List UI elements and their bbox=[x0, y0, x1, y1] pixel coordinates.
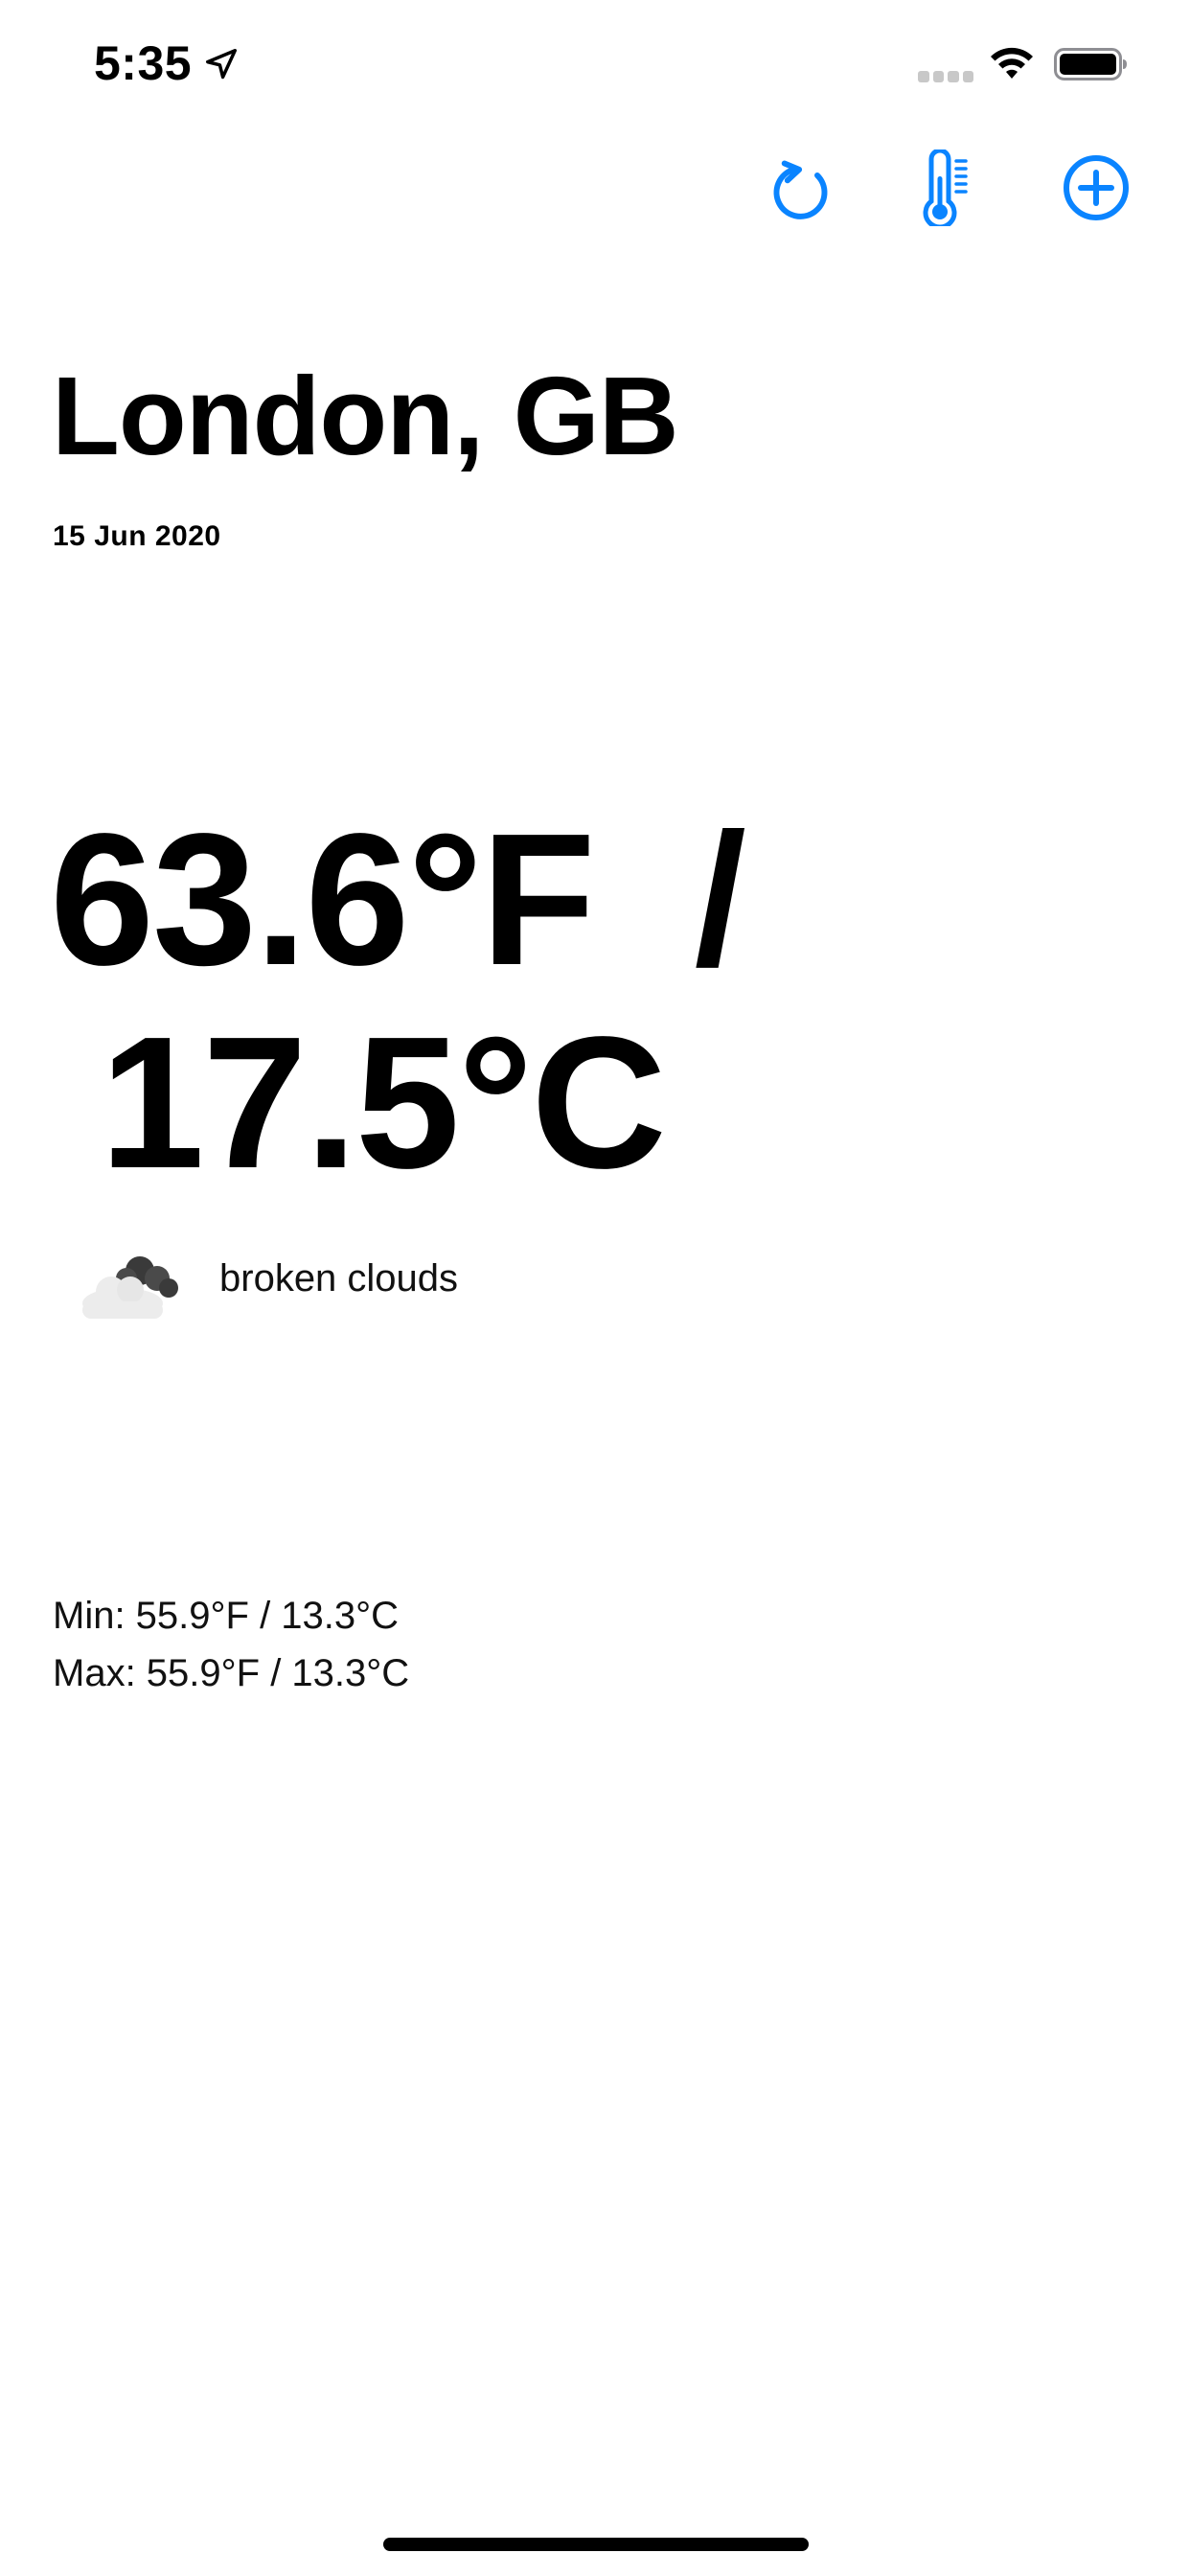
city-title: London, GB bbox=[52, 354, 679, 478]
location-arrow-icon bbox=[206, 49, 237, 80]
min-temperature: Min: 55.9°F / 13.3°C bbox=[53, 1595, 400, 1637]
add-city-button[interactable] bbox=[1058, 150, 1134, 226]
status-time: 5:35 bbox=[94, 36, 193, 90]
date-label: 15 Jun 2020 bbox=[53, 520, 221, 552]
status-bar: 5:35 bbox=[0, 0, 1190, 126]
temperature-units-button[interactable] bbox=[906, 150, 983, 226]
max-temperature: Max: 55.9°F / 13.3°C bbox=[53, 1652, 410, 1694]
thermometer-icon bbox=[923, 150, 968, 226]
refresh-button[interactable] bbox=[767, 150, 843, 226]
current-temperature-fahrenheit: 63.6°F / bbox=[50, 794, 746, 1004]
current-temperature-celsius: 17.5°C bbox=[50, 998, 666, 1208]
wifi-icon bbox=[991, 47, 1033, 79]
weather-description: broken clouds bbox=[219, 1257, 459, 1300]
cellular-signal-icon bbox=[918, 71, 973, 82]
plus-circle-icon bbox=[1064, 155, 1129, 220]
home-indicator[interactable] bbox=[383, 2538, 809, 2551]
broken-clouds-icon bbox=[82, 1256, 178, 1319]
refresh-icon bbox=[773, 160, 828, 219]
battery-icon bbox=[1054, 48, 1127, 80]
